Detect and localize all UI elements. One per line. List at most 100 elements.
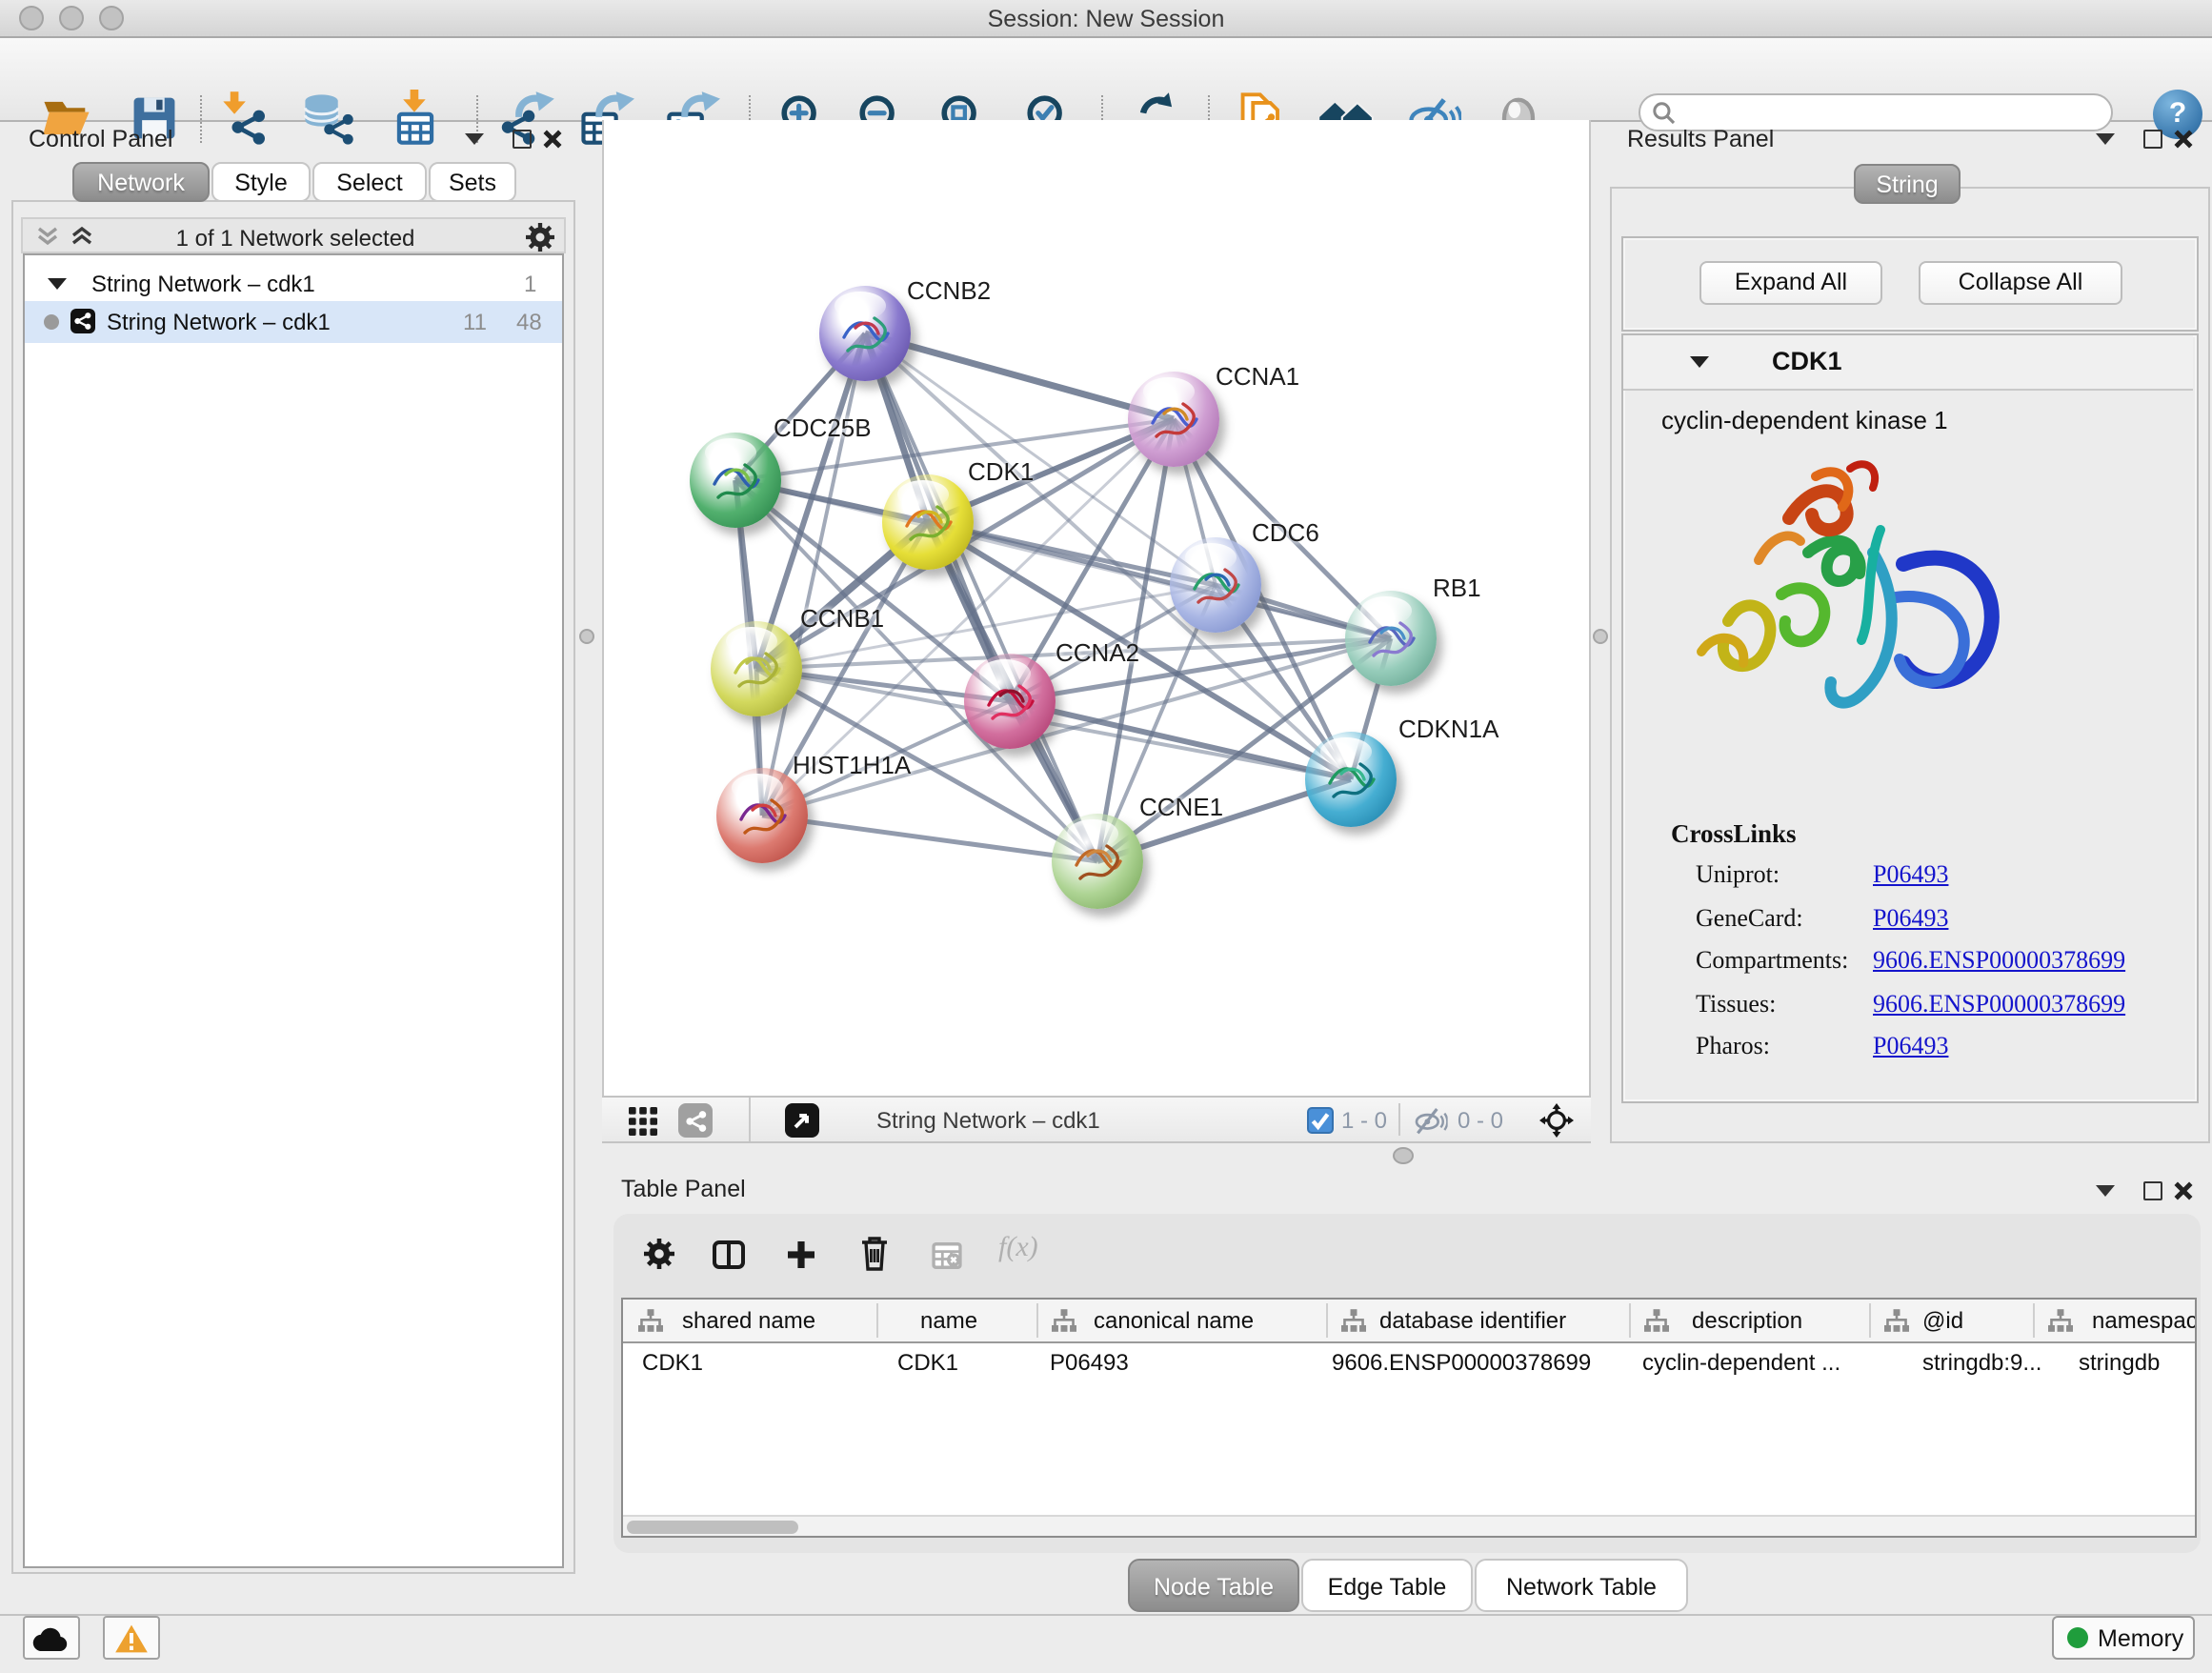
network-node-cdkn1a[interactable]	[1305, 732, 1397, 827]
table-cell[interactable]: stringdb	[2079, 1349, 2160, 1376]
network-node-ccna1[interactable]	[1128, 372, 1219, 467]
birds-eye-view-icon[interactable]	[629, 1107, 657, 1136]
network-canvas[interactable]: CCNB2CCNA1CDC25BCDK1CDC6RB1CCNB1CCNA2CDK…	[602, 120, 1591, 1096]
tab-sets[interactable]: Sets	[429, 162, 516, 202]
table-header-row: shared name name canonical name database id…	[623, 1300, 2197, 1343]
table-panel-float-button[interactable]	[2143, 1181, 2162, 1200]
table-hscrollbar-thumb[interactable]	[627, 1521, 798, 1534]
results-panel-menu-button[interactable]	[2096, 133, 2115, 145]
control-panel-title: Control Panel	[29, 126, 173, 152]
control-panel-float-button[interactable]	[513, 130, 532, 149]
title-bar: Session: New Session	[0, 0, 2212, 38]
table-settings-gear-icon[interactable]	[644, 1239, 674, 1269]
network-node-cdc6[interactable]	[1170, 537, 1261, 633]
warnings-button[interactable]	[103, 1616, 160, 1660]
column-header-shared-name[interactable]: shared name	[682, 1307, 815, 1334]
toolbar-separator	[200, 95, 202, 143]
crosslink-label: Tissues:	[1696, 989, 1776, 1019]
crosslinks-heading: CrossLinks	[1671, 819, 1797, 850]
attribute-type-icon	[1644, 1309, 1669, 1332]
control-panel-tabs: NetworkStyleSelectSets	[72, 162, 518, 202]
table-panel-close-icon[interactable]	[2174, 1181, 2193, 1200]
tab-select[interactable]: Select	[312, 162, 427, 202]
table-row[interactable]: CDK1 CDK1 P06493 9606.ENSP00000378699 cyclin…	[623, 1341, 2197, 1383]
memory-button[interactable]: Memory	[2052, 1616, 2195, 1660]
node-table: shared name name canonical name database id…	[621, 1298, 2197, 1538]
column-header-name[interactable]: name	[920, 1307, 977, 1334]
column-header-database-identifier[interactable]: database identifier	[1379, 1307, 1566, 1334]
delete-table-icon	[930, 1242, 964, 1269]
tab-style[interactable]: Style	[211, 162, 311, 202]
left-splitter-handle[interactable]	[579, 629, 594, 644]
tree-collapse-icon[interactable]	[48, 278, 67, 290]
import-table-icon[interactable]	[387, 90, 444, 147]
table-cell[interactable]: cyclin-dependent ...	[1642, 1349, 1840, 1376]
network-node-ccna2[interactable]	[964, 654, 1056, 749]
crosslink-genecard-link[interactable]: P06493	[1873, 902, 1948, 933]
network-node-cdk1[interactable]	[882, 474, 974, 570]
network-tree-selected-row[interactable]: String Network – cdk1 11 48	[25, 301, 562, 343]
network-node-ccnb1[interactable]	[711, 621, 802, 716]
column-header-description[interactable]: description	[1692, 1307, 1802, 1334]
attribute-type-icon	[1341, 1309, 1366, 1332]
network-node-ccnb2[interactable]	[819, 286, 911, 381]
crosslink-label: Compartments:	[1696, 945, 1848, 976]
network-node-rb1[interactable]	[1345, 591, 1437, 686]
memory-label: Memory	[2098, 1624, 2183, 1651]
tab-network[interactable]: Network	[72, 162, 210, 202]
table-cell[interactable]: stringdb:9...	[1922, 1349, 2041, 1376]
selected-counts: 1 - 0	[1341, 1107, 1387, 1134]
tab-node-table[interactable]: Node Table	[1128, 1559, 1299, 1612]
tab-network-table[interactable]: Network Table	[1475, 1559, 1688, 1612]
control-panel-close-icon[interactable]	[543, 130, 562, 149]
table-cell[interactable]: P06493	[1050, 1349, 1129, 1376]
node-section-header[interactable]: CDK1	[1623, 335, 2193, 391]
node-label-ccnb1: CCNB1	[800, 604, 884, 633]
right-splitter-handle[interactable]	[1593, 629, 1608, 644]
table-cell[interactable]: CDK1	[642, 1349, 703, 1376]
crosslink-pharos-link[interactable]: P06493	[1873, 1032, 1948, 1062]
network-status-dot	[44, 314, 59, 330]
network-tree-root-row[interactable]: String Network – cdk1 1	[25, 269, 562, 301]
fit-selection-crosshair-icon[interactable]	[1539, 1103, 1574, 1138]
tab-string[interactable]: String	[1854, 164, 1961, 204]
control-panel-menu-button[interactable]	[465, 133, 484, 145]
import-network-icon[interactable]	[219, 90, 276, 147]
network-share-icon[interactable]	[678, 1103, 713, 1138]
table-cell[interactable]: CDK1	[897, 1349, 958, 1376]
network-node-hist1h1a[interactable]	[716, 768, 808, 863]
delete-column-icon[interactable]	[859, 1237, 890, 1271]
section-collapse-icon[interactable]	[1690, 356, 1709, 368]
cloud-status-button[interactable]	[23, 1616, 80, 1660]
results-panel-float-button[interactable]	[2143, 130, 2162, 149]
network-selection-bar: 1 of 1 Network selected	[21, 217, 566, 253]
crosslink-label: Uniprot:	[1696, 859, 1780, 890]
column-divider	[1036, 1303, 1038, 1338]
network-node-cdc25b[interactable]	[690, 433, 781, 528]
column-header-canonical-name[interactable]: canonical name	[1094, 1307, 1254, 1334]
network-options-gear-icon[interactable]	[526, 223, 554, 252]
function-builder-icon: f(x)	[998, 1233, 1038, 1265]
column-divider	[1326, 1303, 1328, 1338]
crosslink-uniprot-link[interactable]: P06493	[1873, 859, 1948, 890]
add-column-icon[interactable]	[787, 1240, 815, 1269]
expand-all-button[interactable]: Expand All	[1699, 261, 1882, 305]
tab-edge-table[interactable]: Edge Table	[1301, 1559, 1473, 1612]
selected-checkbox-icon[interactable]	[1307, 1107, 1334, 1134]
table-hscrollbar[interactable]	[623, 1515, 2195, 1538]
show-columns-icon[interactable]	[713, 1240, 745, 1269]
results-panel-close-icon[interactable]	[2174, 130, 2193, 149]
import-network-from-database-icon[interactable]	[299, 90, 356, 147]
network-tree: String Network – cdk1 1 String Network –…	[23, 253, 564, 1568]
column-header--id[interactable]: @id	[1922, 1307, 1963, 1334]
network-node-ccne1[interactable]	[1052, 814, 1143, 909]
column-header-namespace[interactable]: namespace	[2092, 1307, 2197, 1334]
collapse-all-button[interactable]: Collapse All	[1919, 261, 2122, 305]
open-in-window-icon[interactable]	[785, 1103, 819, 1138]
table-panel-menu-button[interactable]	[2096, 1185, 2115, 1197]
results-actions-box: Expand All Collapse All	[1621, 236, 2199, 332]
table-cell[interactable]: 9606.ENSP00000378699	[1332, 1349, 1591, 1376]
horizontal-splitter-handle[interactable]	[1393, 1147, 1414, 1164]
crosslink-compartments-link[interactable]: 9606.ENSP00000378699	[1873, 945, 2125, 976]
crosslink-tissues-link[interactable]: 9606.ENSP00000378699	[1873, 989, 2125, 1019]
